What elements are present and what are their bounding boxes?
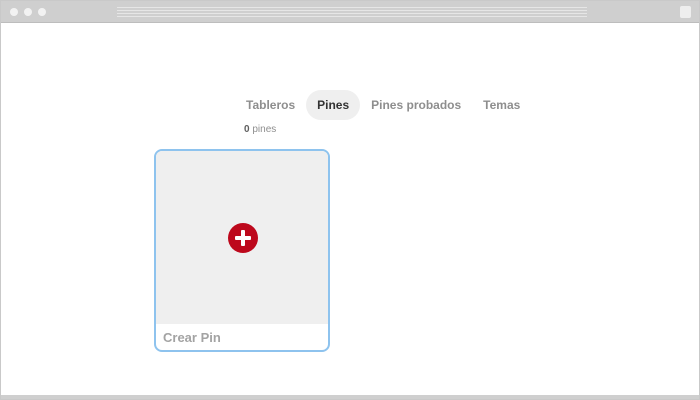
browser-window: Tableros Pines Pines probados Temas 0 pi… [0, 0, 700, 400]
pin-count-number: 0 [244, 124, 250, 135]
create-pin-label: Crear Pin [163, 330, 221, 345]
pin-count-unit: pines [252, 124, 277, 135]
bottom-frame [1, 395, 699, 399]
address-bar[interactable] [117, 6, 587, 18]
pin-count: 0 pines [244, 124, 276, 135]
tab-temas[interactable]: Temas [472, 90, 531, 120]
profile-tabs: Tableros Pines Pines probados Temas [235, 90, 531, 120]
window-menu-icon[interactable] [680, 6, 691, 18]
window-close-dot[interactable] [10, 8, 18, 16]
tab-pines-probados[interactable]: Pines probados [360, 90, 472, 120]
window-minimize-dot[interactable] [24, 8, 32, 16]
plus-circle-icon[interactable] [228, 223, 258, 253]
tab-pines[interactable]: Pines [306, 90, 361, 120]
create-pin-image-area[interactable] [156, 151, 328, 324]
window-maximize-dot[interactable] [38, 8, 46, 16]
create-pin-card[interactable]: Crear Pin [154, 149, 330, 352]
title-bar [1, 1, 699, 23]
tab-tableros[interactable]: Tableros [235, 90, 306, 120]
